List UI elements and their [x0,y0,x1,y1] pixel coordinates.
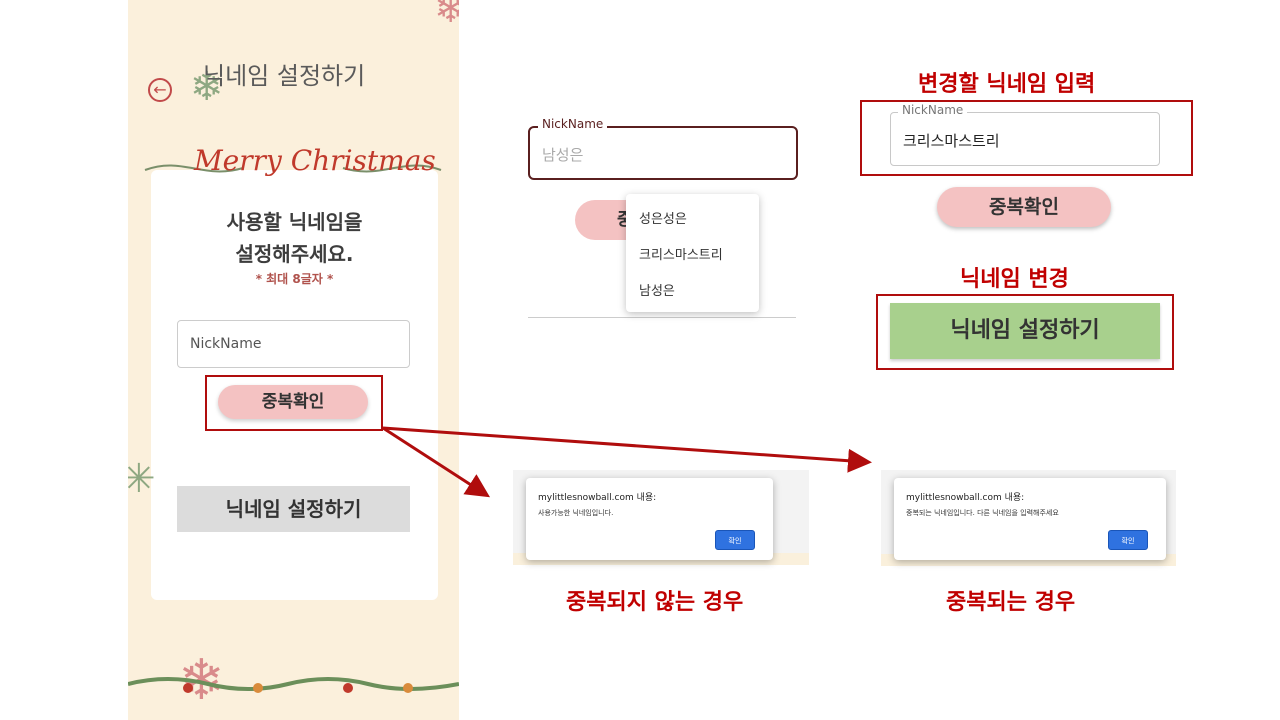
set-nickname-button[interactable]: 닉네임 설정하기 [177,486,410,532]
alert-message: 중복되는 닉네임입니다. 다른 닉네임을 입력해주세요 [906,509,1059,517]
duplicate-check-button[interactable]: 중복확인 [937,187,1111,227]
nickname-input-value: 남성은 [542,146,584,164]
highlight-box [205,375,383,431]
suggestion-item[interactable]: 성은성은 [639,208,687,227]
prompt-text: 사용할 닉네임을 [226,210,363,234]
prompt-text: 설정해주세요. [235,242,354,266]
nickname-field-label: NickName [898,103,968,117]
section-heading: 변경할 닉네임 입력 [918,72,1096,97]
back-arrow-icon[interactable]: ← [148,78,172,102]
set-nickname-button[interactable]: 닉네임 설정하기 [890,303,1160,359]
autocomplete-dropdown: 성은성은 크리스마스트리 남성은 [626,194,759,312]
alert-ok-button[interactable]: 확인 [715,530,755,550]
browser-alert-duplicate: mylittlesnowball.com 내용: 중복되는 닉네임입니다. 다른… [881,470,1176,566]
alert-ok-button[interactable]: 확인 [1108,530,1148,550]
alert-caption: 중복되지 않는 경우 [566,590,744,615]
snowflake-icon: ❄ [434,0,459,32]
pine-branch-icon: ✳ [128,456,156,502]
alert-dialog: mylittlesnowball.com 내용: 사용가능한 닉네임입니다. 확… [526,478,773,560]
divider [528,317,796,318]
nickname-field-label: NickName [538,117,608,131]
garland-decoration [128,677,459,693]
page-title: 닉네임 설정하기 [203,62,366,90]
nickname-input-value: 크리스마스트리 [903,132,1000,150]
alert-dialog: mylittlesnowball.com 내용: 중복되는 닉네임입니다. 다른… [894,478,1166,560]
section-heading: 닉네임 변경 [960,267,1069,292]
mobile-screen: ❄ ❄ ← 닉네임 설정하기 Merry Christmas 사용할 닉네임을 … [128,0,459,720]
merry-christmas-banner: Merry Christmas [194,144,436,177]
suggestion-item[interactable]: 크리스마스트리 [639,244,723,263]
alert-caption: 중복되는 경우 [946,590,1076,615]
nickname-input[interactable]: NickName [177,320,410,368]
alert-message: 사용가능한 닉네임입니다. [538,509,614,517]
browser-alert-available: mylittlesnowball.com 내용: 사용가능한 닉네임입니다. 확… [513,470,809,565]
max-length-note: * 최대 8글자 * [255,272,334,286]
suggestion-item[interactable]: 남성은 [639,280,675,299]
alert-title: mylittlesnowball.com 내용: [538,493,657,503]
alert-title: mylittlesnowball.com 내용: [906,493,1025,503]
